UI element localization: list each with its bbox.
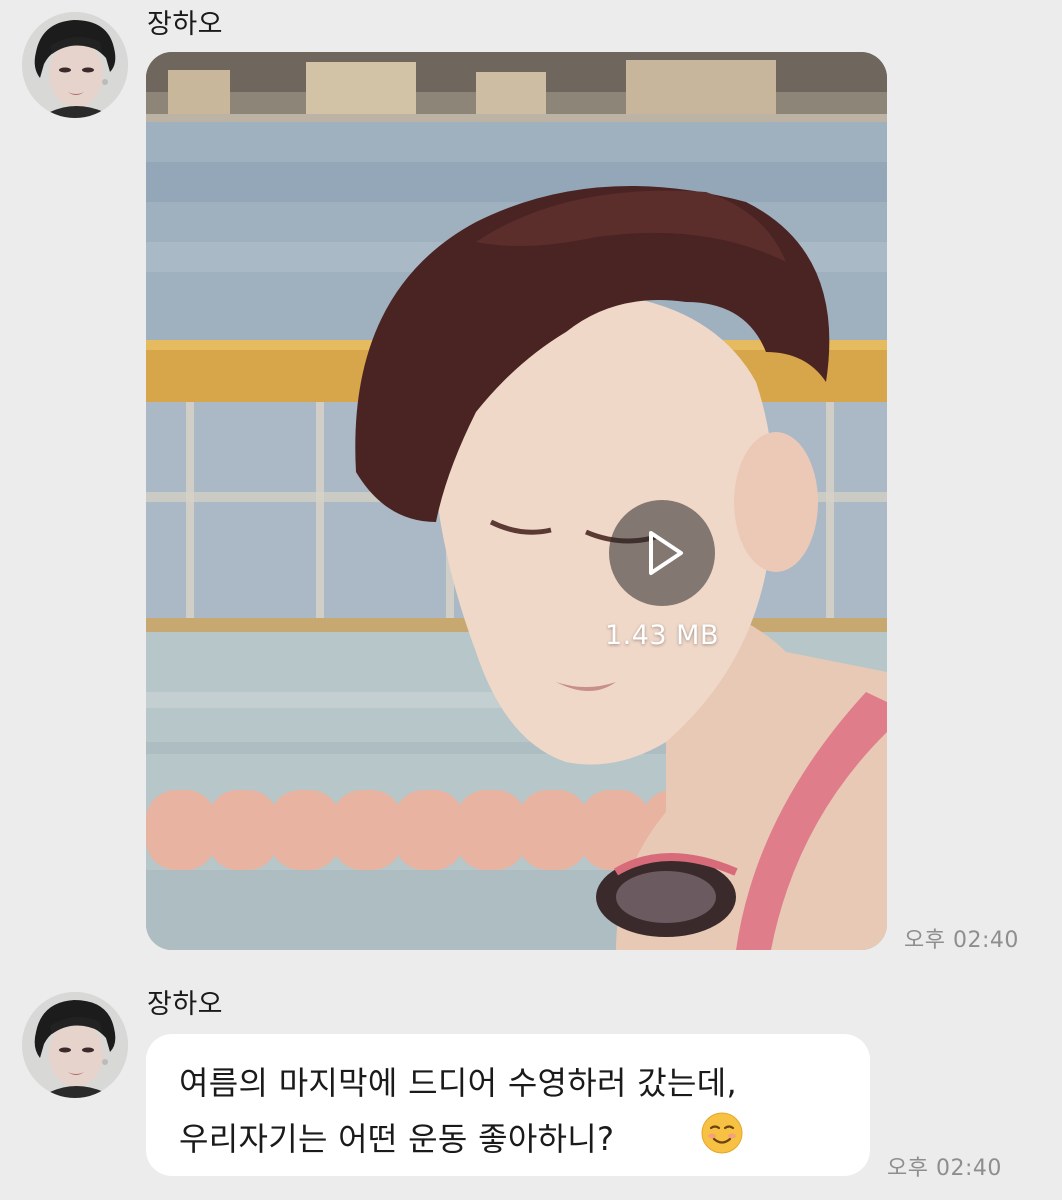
sender-avatar[interactable] [22, 12, 128, 118]
video-message[interactable]: 1.43 MB [146, 52, 887, 950]
message-timestamp: 오후 02:40 [904, 928, 1019, 953]
play-icon [649, 531, 683, 575]
avatar-image [22, 992, 128, 1098]
message-text-line: 우리자기는 어떤 운동 좋아하니? [179, 1120, 615, 1158]
sender-name: 장하오 [147, 989, 224, 1020]
smiling-face-emoji [701, 1112, 743, 1154]
text-message-bubble[interactable]: 여름의 마지막에 드디어 수영하러 갔는데, 우리자기는 어떤 운동 좋아하니? [146, 1034, 870, 1176]
message-text-line: 여름의 마지막에 드디어 수영하러 갔는데, [179, 1064, 737, 1102]
avatar-image [22, 12, 128, 118]
play-button[interactable] [609, 500, 715, 606]
sender-name: 장하오 [147, 9, 224, 40]
video-thumbnail [146, 52, 887, 950]
file-size-label: 1.43 MB [604, 620, 720, 651]
sender-avatar[interactable] [22, 992, 128, 1098]
message-timestamp: 오후 02:40 [887, 1156, 1002, 1181]
